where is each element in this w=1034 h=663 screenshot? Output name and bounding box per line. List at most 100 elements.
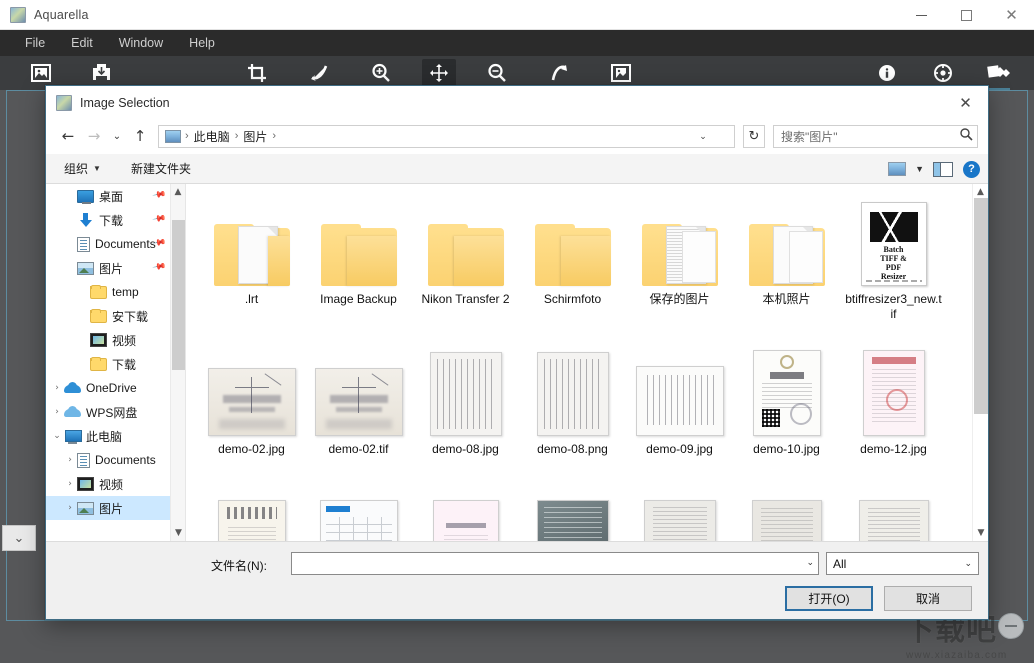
file-list-pane[interactable]: .lrt Image Backup Nikon Transfer 2 Schirmfo… bbox=[186, 184, 988, 541]
maximize-button[interactable] bbox=[944, 0, 989, 30]
open-image-icon[interactable] bbox=[24, 59, 58, 87]
forward-button[interactable]: → bbox=[82, 124, 106, 148]
pan-move-icon[interactable] bbox=[422, 59, 456, 87]
back-button[interactable]: ← bbox=[56, 124, 80, 148]
file-item[interactable] bbox=[519, 492, 626, 541]
twisty-icon[interactable]: › bbox=[63, 479, 77, 489]
redo-arrow-icon[interactable] bbox=[542, 59, 576, 87]
file-item[interactable]: Nikon Transfer 2 bbox=[412, 192, 519, 342]
scroll-down-icon[interactable]: ▼ bbox=[171, 525, 185, 541]
change-view-icon[interactable] bbox=[888, 162, 907, 176]
help-icon[interactable]: ? bbox=[963, 160, 980, 178]
breadcrumb-dropdown-icon[interactable]: ⌄ bbox=[694, 126, 712, 147]
menu-edit[interactable]: Edit bbox=[58, 32, 106, 54]
tree-item-3[interactable]: 图片 📌 bbox=[46, 256, 170, 280]
file-item[interactable] bbox=[626, 492, 733, 541]
twisty-icon[interactable]: › bbox=[50, 407, 64, 417]
twisty-icon[interactable]: › bbox=[63, 503, 77, 513]
file-item[interactable] bbox=[198, 492, 305, 541]
tree-item-7[interactable]: 下载 bbox=[46, 352, 170, 376]
twisty-icon[interactable]: ⌄ bbox=[50, 431, 64, 441]
file-item[interactable]: demo-12.jpg bbox=[840, 342, 947, 492]
file-item[interactable]: demo-10.jpg bbox=[733, 342, 840, 492]
preview-pane-icon[interactable] bbox=[933, 161, 953, 177]
file-item[interactable]: Image Backup bbox=[305, 192, 412, 342]
filename-input[interactable]: ⌄ bbox=[291, 552, 819, 575]
cancel-button[interactable]: 取消 bbox=[884, 586, 972, 611]
scroll-down-icon[interactable]: ▼ bbox=[973, 525, 988, 541]
search-input[interactable]: 搜索"图片" bbox=[781, 128, 960, 145]
file-item[interactable]: demo-08.png bbox=[519, 342, 626, 492]
tree-item-8[interactable]: › OneDrive bbox=[46, 376, 170, 400]
app-titlebar: Aquarella ✕ bbox=[0, 0, 1034, 30]
dialog-close-button[interactable]: ✕ bbox=[943, 86, 988, 119]
file-item[interactable]: .lrt bbox=[198, 192, 305, 342]
scroll-up-icon[interactable]: ▲ bbox=[171, 184, 185, 200]
file-item[interactable]: demo-02.jpg bbox=[198, 342, 305, 492]
organize-button[interactable]: 组织 ▼ bbox=[56, 157, 109, 180]
file-item[interactable] bbox=[412, 492, 519, 541]
pin-icon[interactable]: 📌 bbox=[151, 212, 166, 227]
scrollbar-thumb[interactable] bbox=[974, 198, 988, 414]
breadcrumb[interactable]: › 此电脑 › 图片 › ⌄ bbox=[158, 124, 735, 148]
file-item[interactable]: 本机照片 bbox=[733, 192, 840, 342]
chevron-down-icon[interactable]: ▼ bbox=[910, 164, 929, 174]
up-button[interactable]: ↑ bbox=[128, 124, 152, 148]
image-thumbnail bbox=[432, 500, 499, 541]
file-item[interactable]: Batch TIFF & PDF Resizer btiffresizer3_new.t… bbox=[840, 192, 947, 342]
file-list-scrollbar[interactable]: ▲ ▼ bbox=[972, 184, 988, 541]
menu-file[interactable]: File bbox=[12, 32, 58, 54]
image-frame-icon[interactable] bbox=[604, 59, 638, 87]
recent-locations-button[interactable]: ⌄ bbox=[108, 124, 126, 148]
curve-icon[interactable] bbox=[302, 59, 336, 87]
tree-item-6[interactable]: 视频 bbox=[46, 328, 170, 352]
file-item[interactable]: 保存的图片 bbox=[626, 192, 733, 342]
minimize-button[interactable] bbox=[899, 0, 944, 30]
file-name-label: Nikon Transfer 2 bbox=[421, 292, 510, 306]
file-item[interactable]: demo-02.tif bbox=[305, 342, 412, 492]
tree-item-13[interactable]: › 图片 bbox=[46, 496, 170, 520]
file-item[interactable] bbox=[840, 492, 947, 541]
zoom-out-icon[interactable] bbox=[480, 59, 514, 87]
tree-item-10[interactable]: ⌄ 此电脑 bbox=[46, 424, 170, 448]
breadcrumb-segment-pictures[interactable]: 图片 bbox=[239, 128, 271, 145]
tree-item-11[interactable]: › Documents bbox=[46, 448, 170, 472]
tree-item-5[interactable]: 安下载 bbox=[46, 304, 170, 328]
file-item[interactable]: demo-08.jpg bbox=[412, 342, 519, 492]
open-button[interactable]: 打开(O) bbox=[785, 586, 873, 611]
file-item[interactable]: demo-09.jpg bbox=[626, 342, 733, 492]
tree-item-4[interactable]: temp bbox=[46, 280, 170, 304]
file-item[interactable]: Schirmfoto bbox=[519, 192, 626, 342]
file-item[interactable] bbox=[733, 492, 840, 541]
pin-icon[interactable]: 📌 bbox=[151, 188, 166, 203]
close-button[interactable]: ✕ bbox=[989, 0, 1034, 30]
breadcrumb-segment-this-pc[interactable]: 此电脑 bbox=[190, 128, 234, 145]
new-folder-button[interactable]: 新建文件夹 bbox=[123, 157, 199, 180]
zoom-minus-button[interactable] bbox=[998, 613, 1024, 639]
settings-icon[interactable] bbox=[926, 59, 960, 87]
search-box[interactable]: 搜索"图片" bbox=[773, 124, 978, 148]
save-image-icon[interactable] bbox=[84, 59, 118, 87]
refresh-button[interactable]: ↻ bbox=[743, 124, 765, 148]
crop-icon[interactable] bbox=[240, 59, 274, 87]
tree-item-1[interactable]: 下载 📌 bbox=[46, 208, 170, 232]
tree-item-0[interactable]: 桌面 📌 bbox=[46, 184, 170, 208]
menu-window[interactable]: Window bbox=[106, 32, 176, 54]
twisty-icon[interactable]: › bbox=[50, 383, 64, 393]
zoom-in-icon[interactable] bbox=[364, 59, 398, 87]
tree-item-2[interactable]: Documents 📌 bbox=[46, 232, 170, 256]
effects-icon[interactable] bbox=[982, 59, 1016, 87]
navigation-scrollbar[interactable]: ▲ ▼ bbox=[170, 184, 185, 541]
chevron-down-icon[interactable]: ⌄ bbox=[806, 557, 814, 568]
file-item[interactable] bbox=[305, 492, 412, 541]
scrollbar-thumb[interactable] bbox=[172, 220, 185, 370]
tree-item-label: 桌面 bbox=[99, 189, 124, 204]
twisty-icon[interactable]: › bbox=[63, 455, 77, 465]
pin-icon[interactable]: 📌 bbox=[151, 260, 166, 275]
tree-item-12[interactable]: › 视频 bbox=[46, 472, 170, 496]
canvas-collapse-button[interactable]: ⌄ bbox=[2, 525, 36, 551]
tree-item-9[interactable]: › WPS网盘 bbox=[46, 400, 170, 424]
filetype-select[interactable]: All ⌄ bbox=[826, 552, 979, 575]
info-icon[interactable] bbox=[870, 59, 904, 87]
menu-help[interactable]: Help bbox=[176, 32, 228, 54]
